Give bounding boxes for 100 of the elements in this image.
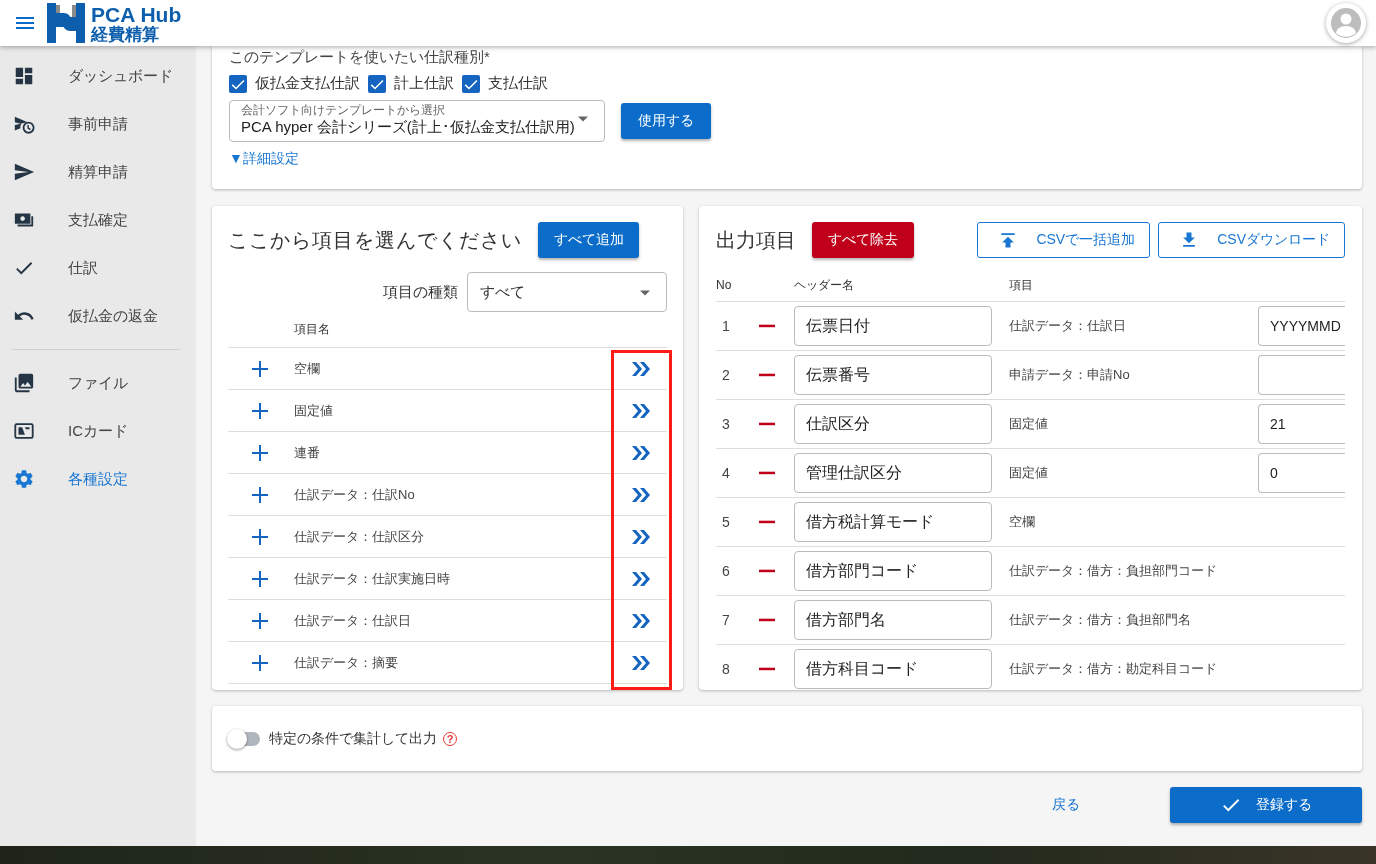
double-chevron-icon[interactable] [631, 654, 651, 671]
checkbox-label: 仮払金支払仕訳 [255, 74, 360, 93]
plus-icon[interactable] [251, 527, 269, 546]
csv-import-button[interactable]: CSVで一括追加 [977, 222, 1151, 258]
item-source: 空欄 [1009, 513, 1035, 531]
sidebar-item[interactable]: 精算申請 [0, 148, 196, 196]
send-icon [13, 161, 35, 183]
back-link[interactable]: 戻る [1052, 796, 1080, 814]
sidebar-item[interactable]: 仕訳 [0, 244, 196, 292]
caret-icon [640, 290, 650, 296]
plus-icon[interactable] [251, 653, 269, 672]
column-header: 項目 [1009, 276, 1033, 294]
panel-title: ここから項目を選んでください [228, 227, 522, 253]
sidebar-item[interactable]: ICカード [0, 407, 196, 455]
value-input[interactable] [1258, 355, 1345, 395]
header-input[interactable]: 借方税計算モード [794, 502, 992, 542]
csv-download-button[interactable]: CSVダウンロード [1158, 222, 1345, 258]
minus-icon[interactable] [759, 324, 775, 328]
settings-icon [13, 468, 35, 490]
header-input[interactable]: 借方部門コード [794, 551, 992, 591]
toggle-label: 特定の条件で集計して出力 [269, 729, 437, 748]
checkbox-label: 支払仕訳 [488, 74, 548, 93]
row-number: 1 [722, 318, 730, 334]
plus-icon[interactable] [251, 359, 269, 378]
item-name: 仕訳データ：仕訳区分 [294, 527, 424, 546]
item-source: 仕訳データ：借方：勘定科目コード [1009, 660, 1217, 678]
item-source: 固定値 [1009, 464, 1048, 482]
item-name: 固定値 [294, 401, 333, 420]
sidebar-item[interactable]: ファイル [0, 359, 196, 407]
dashboard-icon [13, 65, 35, 87]
plus-icon[interactable] [251, 485, 269, 504]
filter-label: 項目の種類 [383, 282, 458, 302]
app-name: PCA Hub [91, 3, 182, 25]
header-input[interactable]: 借方科目コード [794, 649, 992, 689]
minus-icon[interactable] [759, 618, 775, 622]
item-name: 連番 [294, 443, 320, 462]
double-chevron-icon[interactable] [631, 570, 651, 587]
caret-icon [578, 116, 588, 122]
double-chevron-icon[interactable] [631, 528, 651, 545]
value-input[interactable]: YYYYMMD [1258, 306, 1345, 346]
add-all-button[interactable]: すべて追加 [538, 222, 639, 258]
minus-icon[interactable] [759, 422, 775, 426]
sidebar-item[interactable]: 事前申請 [0, 100, 196, 148]
item-name: 空欄 [294, 359, 320, 378]
plus-icon[interactable] [251, 443, 269, 462]
double-chevron-icon[interactable] [631, 486, 651, 503]
row-number: 3 [722, 416, 730, 432]
header-input[interactable]: 借方部門名 [794, 600, 992, 640]
minus-icon[interactable] [759, 569, 775, 573]
row-number: 6 [722, 563, 730, 579]
row-number: 5 [722, 514, 730, 530]
row-number: 7 [722, 612, 730, 628]
remove-all-button[interactable]: すべて除去 [812, 222, 914, 258]
item-name: 仕訳データ：摘要 [294, 653, 398, 672]
sidebar-item[interactable]: 支払確定 [0, 196, 196, 244]
header-input[interactable]: 仕訳区分 [794, 404, 992, 444]
minus-icon[interactable] [759, 373, 775, 377]
double-chevron-icon[interactable] [631, 444, 651, 461]
type-select[interactable]: すべて [467, 272, 667, 312]
value-input[interactable]: 21 [1258, 404, 1345, 444]
plus-icon[interactable] [251, 611, 269, 630]
minus-icon[interactable] [759, 471, 775, 475]
card-icon [13, 420, 35, 442]
double-chevron-icon[interactable] [631, 360, 651, 377]
toggle-switch[interactable] [229, 731, 260, 746]
checkbox-label: 計上仕訳 [394, 74, 454, 93]
field-label: このテンプレートを使いたい仕訳種別* [229, 48, 491, 67]
column-header: ヘッダー名 [794, 276, 854, 294]
sidebar-item[interactable]: ダッシュボード [0, 52, 196, 100]
item-source: 仕訳データ：借方：負担部門コード [1009, 562, 1217, 580]
minus-icon[interactable] [759, 667, 775, 671]
item-source: 申請データ：申請No [1009, 366, 1130, 384]
checkbox[interactable] [368, 74, 386, 93]
double-chevron-icon[interactable] [631, 402, 651, 419]
minus-icon[interactable] [759, 520, 775, 524]
item-source: 仕訳データ：仕訳日 [1009, 317, 1126, 335]
header-input[interactable]: 伝票番号 [794, 355, 992, 395]
item-source: 固定値 [1009, 415, 1048, 433]
plus-icon[interactable] [251, 401, 269, 420]
template-select[interactable]: 会計ソフト向けテンプレートから選択 PCA hyper 会計シリーズ(計上･仮払金支払仕訳用) [229, 100, 605, 142]
use-button[interactable]: 使用する [621, 103, 711, 139]
column-header: 項目名 [294, 321, 330, 338]
sidebar-item[interactable]: 仮払金の返金 [0, 292, 196, 340]
logo-icon [47, 3, 85, 43]
header-input[interactable]: 管理仕訳区分 [794, 453, 992, 493]
double-chevron-icon[interactable] [631, 612, 651, 629]
sidebar-item[interactable]: 各種設定 [0, 455, 196, 503]
item-name: 仕訳データ：仕訳実施日時 [294, 569, 450, 588]
checkbox[interactable] [462, 74, 480, 93]
header-input[interactable]: 伝票日付 [794, 306, 992, 346]
column-header: No [716, 278, 732, 292]
value-input[interactable]: 0 [1258, 453, 1345, 493]
photos-icon [13, 372, 35, 394]
plus-icon[interactable] [251, 569, 269, 588]
row-number: 8 [722, 661, 730, 677]
submit-button[interactable]: 登録する [1170, 787, 1362, 823]
details-link[interactable]: ▼詳細設定 [229, 150, 299, 168]
app-subtitle: 経費精算 [91, 25, 160, 43]
checkbox[interactable] [229, 74, 247, 93]
item-source: 仕訳データ：借方：負担部門名 [1009, 611, 1191, 629]
